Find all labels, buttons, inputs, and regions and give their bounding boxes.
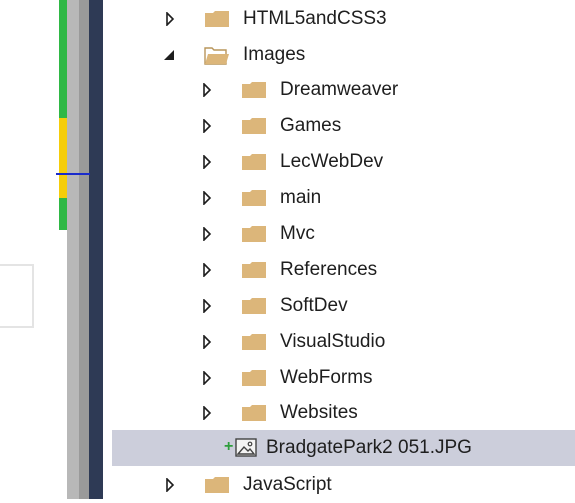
change-bar-modified	[59, 118, 67, 198]
tree-item-label: Mvc	[280, 223, 315, 244]
folder-icon	[242, 226, 266, 242]
splitter-gap	[103, 0, 112, 499]
tree-item-mvc[interactable]: Mvc	[112, 216, 575, 252]
tree-item-label: BradgatePark2 051.JPG	[266, 437, 472, 458]
expand-arrow-icon[interactable]	[163, 12, 177, 26]
tree-item-label: JavaScript	[243, 474, 332, 495]
folder-icon	[242, 154, 266, 170]
scrollbar-track[interactable]	[67, 0, 79, 499]
expand-arrow-icon[interactable]	[200, 83, 214, 97]
tree-item-label: Dreamweaver	[280, 79, 399, 100]
folder-icon	[205, 477, 229, 493]
expand-arrow-icon[interactable]	[200, 155, 214, 169]
tree-item-images[interactable]: Images	[112, 37, 575, 73]
tree-item-lecwebdev[interactable]: LecWebDev	[112, 144, 575, 180]
added-badge: +	[224, 438, 234, 455]
folder-icon	[242, 262, 266, 278]
tree-item-label: WebForms	[280, 367, 373, 388]
folder-icon	[242, 405, 266, 421]
tree-item-bradgatepark2-jpg[interactable]: + BradgatePark2 051.JPG	[112, 430, 575, 466]
scrollbar-thumb[interactable]	[79, 0, 89, 499]
folder-icon	[242, 298, 266, 314]
folder-open-icon	[204, 47, 229, 65]
tree-item-label: Websites	[280, 402, 358, 423]
caret-position-marker	[56, 173, 90, 175]
tree-item-label: References	[280, 259, 378, 280]
margin-marker-box	[0, 264, 34, 328]
expand-arrow-icon[interactable]	[200, 335, 214, 349]
tree-item-label: VisualStudio	[280, 331, 386, 352]
tree-item-label: Images	[243, 44, 306, 65]
change-bar-added-2	[59, 198, 67, 230]
folder-icon	[205, 11, 229, 27]
expand-arrow-icon[interactable]	[200, 119, 214, 133]
expand-arrow-icon[interactable]	[200, 263, 214, 277]
expand-arrow-icon[interactable]	[163, 478, 177, 492]
expand-arrow-icon[interactable]	[200, 227, 214, 241]
folder-icon	[242, 118, 266, 134]
expand-arrow-icon[interactable]	[200, 371, 214, 385]
tree-item-label: HTML5andCSS3	[243, 8, 387, 29]
tree-item-label: LecWebDev	[280, 151, 384, 172]
tree-item-dreamweaver[interactable]: Dreamweaver	[112, 72, 575, 108]
tree-item-softdev[interactable]: SoftDev	[112, 288, 575, 324]
expand-arrow-icon[interactable]	[200, 406, 214, 420]
tree-item-webforms[interactable]: WebForms	[112, 360, 575, 396]
tree-item-label: SoftDev	[280, 295, 348, 316]
collapse-arrow-icon[interactable]	[162, 48, 176, 62]
tree-item-label: Games	[280, 115, 342, 136]
image-file-icon	[235, 438, 257, 457]
tree-item-html5andcss3[interactable]: HTML5andCSS3	[112, 1, 575, 37]
tree-item-label: main	[280, 187, 322, 208]
folder-icon	[242, 190, 266, 206]
tree-item-websites[interactable]: Websites	[112, 395, 575, 431]
solution-explorer-tree: HTML5andCSS3 Images Dreamweaver Games Le…	[112, 0, 575, 499]
change-bar-added	[59, 0, 67, 118]
tree-item-visualstudio[interactable]: VisualStudio	[112, 324, 575, 360]
tree-item-games[interactable]: Games	[112, 108, 575, 144]
folder-icon	[242, 334, 266, 350]
tree-item-javascript[interactable]: JavaScript	[112, 467, 575, 503]
tree-item-references[interactable]: References	[112, 252, 575, 288]
folder-icon	[242, 82, 266, 98]
tree-item-main[interactable]: main	[112, 180, 575, 216]
expand-arrow-icon[interactable]	[200, 191, 214, 205]
folder-icon	[242, 370, 266, 386]
editor-margin	[0, 0, 112, 499]
splitter-bar[interactable]	[89, 0, 103, 499]
expand-arrow-icon[interactable]	[200, 299, 214, 313]
